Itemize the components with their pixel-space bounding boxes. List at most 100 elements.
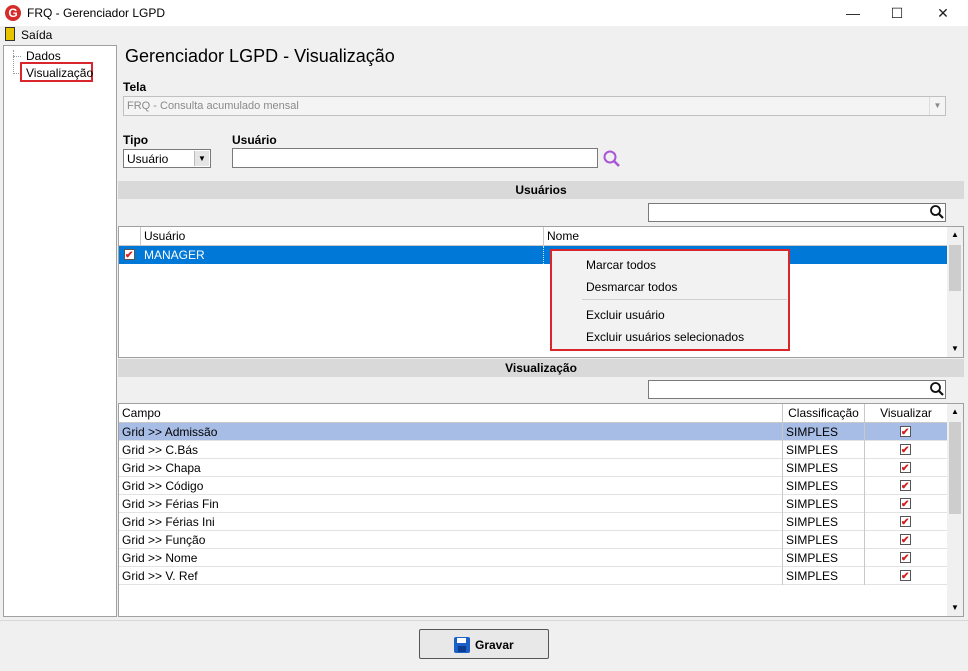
usuarios-search-input[interactable] [648,203,946,222]
cell-campo: Grid >> Função [119,531,783,549]
visualizacao-search-input[interactable] [648,380,946,399]
table-row[interactable]: Grid >> C.Bás SIMPLES [119,441,947,460]
column-header-visualizar[interactable]: Visualizar [865,404,947,422]
cell-campo: Grid >> Código [119,477,783,495]
cell-classificacao: SIMPLES [783,567,865,585]
cell-usuario: MANAGER [141,246,544,264]
tela-combo-value: FRQ - Consulta acumulado mensal [127,100,299,112]
tree-connector [13,56,21,57]
vertical-scrollbar[interactable]: ▲ ▼ [947,404,963,616]
table-row[interactable]: MANAGER [119,246,947,265]
minimize-button[interactable]: — [830,0,876,26]
menu-separator [582,299,787,300]
visualizar-checkbox[interactable] [900,568,911,586]
visualizacao-grid-header: Campo Classificação Visualizar [119,404,947,423]
scroll-up-icon[interactable]: ▲ [951,407,959,416]
usuarios-grid-header: Usuário Nome [119,227,947,246]
chevron-down-icon[interactable]: ▼ [929,97,945,115]
visualizar-checkbox[interactable] [900,514,911,532]
table-row[interactable]: Grid >> Férias Ini SIMPLES [119,513,947,532]
search-icon[interactable] [602,149,622,169]
row-checkbox[interactable] [124,247,135,265]
visualizar-checkbox[interactable] [900,532,911,550]
table-row[interactable]: Grid >> Nome SIMPLES [119,549,947,568]
tela-label: Tela [123,80,147,94]
tipo-select[interactable]: Usuário ▼ [123,149,211,168]
footer-divider [0,620,968,621]
table-row[interactable]: Grid >> Férias Fin SIMPLES [119,495,947,514]
tela-combo[interactable]: FRQ - Consulta acumulado mensal ▼ [123,96,946,116]
visualizar-checkbox[interactable] [900,550,911,568]
visualizar-checkbox[interactable] [900,460,911,478]
menu-item-desmarcar-todos[interactable]: Desmarcar todos [586,280,677,294]
context-menu: Marcar todos Desmarcar todos Excluir usu… [550,249,790,351]
visualizacao-section-header: Visualização [118,359,964,377]
floppy-disk-icon [454,637,470,653]
cell-classificacao: SIMPLES [783,423,865,441]
search-icon[interactable] [929,204,945,220]
cell-visualizar [865,459,947,478]
table-row[interactable]: Grid >> Chapa SIMPLES [119,459,947,478]
chevron-down-icon[interactable]: ▼ [194,151,209,166]
cell-visualizar [865,549,947,568]
cell-campo: Grid >> Admissão [119,423,783,441]
scroll-thumb[interactable] [949,422,961,514]
usuarios-grid: Usuário Nome MANAGER ▲ ▼ [118,226,964,358]
cell-campo: Grid >> Férias Ini [119,513,783,531]
usuarios-section-header: Usuários [118,181,964,199]
column-header-classificacao[interactable]: Classificação [783,404,865,422]
cell-visualizar [865,477,947,496]
visualizar-checkbox[interactable] [900,478,911,496]
cell-classificacao: SIMPLES [783,531,865,549]
table-row[interactable]: Grid >> Admissão SIMPLES [119,423,947,442]
column-header-campo[interactable]: Campo [119,404,783,422]
menu-saida[interactable]: Saída [21,28,52,42]
scroll-up-icon[interactable]: ▲ [951,230,959,239]
scroll-down-icon[interactable]: ▼ [951,603,959,612]
usuario-label: Usuário [232,133,277,147]
cell-visualizar [865,531,947,550]
menu-item-marcar-todos[interactable]: Marcar todos [586,258,656,272]
menu-item-excluir-usuario[interactable]: Excluir usuário [586,308,665,322]
tree-connector [13,50,14,74]
column-header-nome[interactable]: Nome [544,227,947,245]
table-row[interactable]: Grid >> Função SIMPLES [119,531,947,550]
column-header-usuario[interactable]: Usuário [141,227,544,245]
cell-campo: Grid >> Férias Fin [119,495,783,513]
cell-classificacao: SIMPLES [783,495,865,513]
cell-campo: Grid >> Chapa [119,459,783,477]
scroll-down-icon[interactable]: ▼ [951,344,959,353]
table-row[interactable]: Grid >> Código SIMPLES [119,477,947,496]
cell-visualizar [865,495,947,514]
scroll-thumb[interactable] [949,245,961,291]
app-logo-icon: G [5,5,21,21]
cell-campo: Grid >> C.Bás [119,441,783,459]
cell-campo: Grid >> V. Ref [119,567,783,585]
cell-classificacao: SIMPLES [783,549,865,567]
tree-item-visualizacao[interactable]: Visualização [26,66,93,80]
cell-classificacao: SIMPLES [783,477,865,495]
vertical-scrollbar[interactable]: ▲ ▼ [947,227,963,357]
navigation-tree [3,45,117,617]
exit-door-icon[interactable] [5,27,15,41]
cell-visualizar [865,567,947,586]
tipo-select-value: Usuário [127,152,169,166]
search-icon[interactable] [929,381,945,397]
tipo-label: Tipo [123,133,149,147]
window-title: FRQ - Gerenciador LGPD [27,6,166,20]
column-header-check [119,227,141,245]
visualizar-checkbox[interactable] [900,496,911,514]
table-row[interactable]: Grid >> V. Ref SIMPLES [119,567,947,586]
tree-item-dados[interactable]: Dados [26,49,61,63]
close-button[interactable]: ✕ [920,0,966,26]
cell-visualizar [865,441,947,460]
menu-item-excluir-selecionados[interactable]: Excluir usuários selecionados [586,330,744,344]
cell-classificacao: SIMPLES [783,441,865,459]
usuario-input[interactable] [232,148,598,168]
page-title: Gerenciador LGPD - Visualização [125,46,395,66]
visualizar-checkbox[interactable] [900,424,911,442]
gravar-button[interactable]: Gravar [419,629,549,659]
visualizar-checkbox[interactable] [900,442,911,460]
maximize-button[interactable]: ☐ [874,0,920,26]
cell-classificacao: SIMPLES [783,513,865,531]
